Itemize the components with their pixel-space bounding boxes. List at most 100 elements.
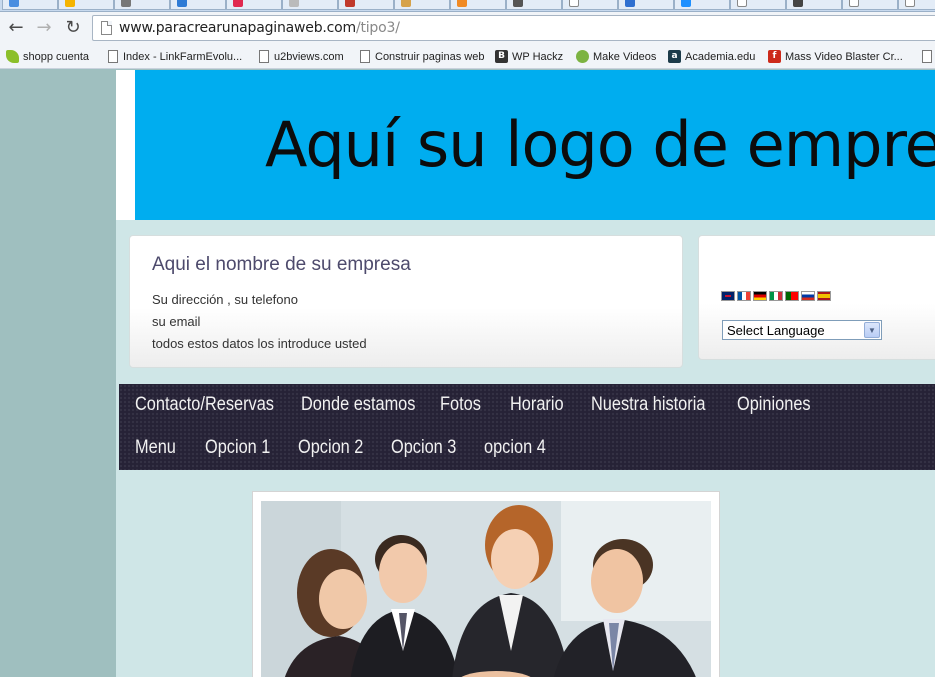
bookmark-u2bviews[interactable]: u2bviews.com (257, 49, 344, 65)
reload-icon[interactable]: ↻ (63, 18, 83, 38)
favicon-icon (233, 0, 243, 7)
browser-tab[interactable] (114, 0, 170, 10)
globe-icon (576, 50, 589, 63)
company-email: su email (152, 314, 201, 329)
nav-item-nuestra-historia[interactable]: Nuestra historia (591, 394, 705, 416)
browser-tab[interactable] (394, 0, 450, 10)
favicon-icon (289, 0, 299, 7)
bookmark-label: Academia.edu (685, 51, 756, 63)
uk-flag-icon[interactable] (721, 291, 735, 301)
page-icon (360, 50, 370, 63)
bookmark-label: shopp cuenta (23, 51, 90, 63)
browser-tab[interactable] (58, 0, 114, 10)
logo-text: Aquí su logo de empresa (265, 108, 935, 181)
company-note: todos estos datos los introduce usted (152, 336, 367, 351)
page-icon (101, 21, 112, 35)
bookmark-wp-hackz[interactable]: B WP Hackz (495, 49, 563, 65)
nav-item-opcion-1[interactable]: Opcion 1 (205, 437, 270, 459)
nav-item-contacto-reservas[interactable]: Contacto/Reservas (135, 394, 274, 416)
page-content: Aquí su logo de empresa Aqui el nombre d… (116, 70, 935, 677)
favicon-icon (177, 0, 187, 7)
bookmark-shopp-cuenta[interactable]: shopp cuenta (6, 49, 89, 65)
favicon-icon (345, 0, 355, 7)
favicon-icon (793, 0, 803, 7)
url-text: www.paracrearunapaginaweb.com/tipo3/ (119, 20, 400, 36)
russia-flag-icon[interactable] (801, 291, 815, 301)
bookmark-label: Mass Video Blaster Cr... (785, 51, 903, 63)
company-info-card: Aqui el nombre de su empresa Su direcció… (129, 235, 683, 368)
bookmark-make-videos[interactable]: Make Videos (576, 49, 656, 65)
nav-item-opcion-3[interactable]: Opcion 3 (391, 437, 456, 459)
browser-tab[interactable] (506, 0, 562, 10)
leaf-icon (6, 50, 19, 63)
language-select-value: Select Language (727, 323, 825, 338)
browser-tab[interactable] (562, 0, 618, 10)
france-flag-icon[interactable] (737, 291, 751, 301)
browser-tab[interactable] (338, 0, 394, 10)
language-select[interactable]: Select Language ▼ (722, 320, 882, 340)
browser-tab[interactable] (282, 0, 338, 10)
nav-item-opcion-2[interactable]: Opcion 2 (298, 437, 363, 459)
bookmark-label: u2bviews.com (274, 51, 344, 63)
chevron-down-icon: ▼ (864, 322, 880, 338)
browser-toolbar: ← → ↻ www.paracrearunapaginaweb.com/tipo… (0, 12, 935, 45)
bookmark-mass-video-blaster[interactable]: f Mass Video Blaster Cr... (768, 49, 903, 65)
bookmark-academia[interactable]: a Academia.edu (668, 49, 755, 65)
company-address: Su dirección , su telefono (152, 292, 298, 307)
browser-tab[interactable] (730, 0, 786, 10)
bookmark-construir-paginas[interactable]: Construir paginas web (358, 49, 484, 65)
favicon-icon (121, 0, 131, 7)
favicon-icon (513, 0, 523, 7)
team-photo (261, 501, 711, 677)
bookmark-label: Make Videos (593, 51, 657, 63)
bookmarks-bar: shopp cuenta Index - LinkFarmEvolu... u2… (0, 45, 935, 69)
favicon-icon (625, 0, 635, 7)
browser-tab[interactable] (226, 0, 282, 10)
italy-flag-icon[interactable] (769, 291, 783, 301)
browser-tab[interactable] (618, 0, 674, 10)
browser-tab[interactable] (2, 0, 58, 10)
back-arrow-icon[interactable]: ← (6, 18, 26, 38)
header-banner: Aquí su logo de empresa (116, 70, 935, 220)
favicon-icon (65, 0, 75, 7)
browser-tab[interactable] (842, 0, 898, 10)
nav-item-opcion-4[interactable]: opcion 4 (484, 437, 546, 459)
favicon-icon (401, 0, 411, 7)
nav-item-opiniones[interactable]: Opiniones (737, 394, 811, 416)
forward-arrow-icon[interactable]: → (34, 18, 54, 38)
tab-strip (0, 0, 935, 12)
browser-tab[interactable] (898, 0, 935, 10)
google-icon (9, 0, 19, 7)
browser-tab[interactable] (786, 0, 842, 10)
page-icon (905, 0, 915, 7)
portugal-flag-icon[interactable] (785, 291, 799, 301)
bookmark-label: Index - LinkFarmEvolu... (123, 51, 243, 63)
nav-item-donde-estamos[interactable]: Donde estamos (301, 394, 415, 416)
page-icon (569, 0, 579, 7)
team-photo-frame (252, 491, 720, 677)
company-name: Aqui el nombre de su empresa (152, 254, 411, 275)
germany-flag-icon[interactable] (753, 291, 767, 301)
browser-tab[interactable] (170, 0, 226, 10)
page-icon (849, 0, 859, 7)
language-card: Select Language ▼ (698, 235, 935, 360)
favicon-icon (681, 0, 691, 7)
bookmark-label: WP Hackz (512, 51, 564, 63)
nav-item-horario[interactable]: Horario (510, 394, 564, 416)
browser-tab[interactable] (450, 0, 506, 10)
page-icon (259, 50, 269, 63)
address-bar[interactable]: www.paracrearunapaginaweb.com/tipo3/ (92, 15, 935, 41)
bookmark-overflow[interactable] (920, 49, 935, 65)
page-icon (108, 50, 118, 63)
business-team-image (261, 501, 711, 677)
bookmark-label: Construir paginas web (375, 51, 485, 63)
favicon-icon (457, 0, 467, 7)
logo-box[interactable]: Aquí su logo de empresa (135, 70, 935, 220)
bookmark-index-linkfarm[interactable]: Index - LinkFarmEvolu... (106, 49, 242, 65)
browser-tab[interactable] (674, 0, 730, 10)
nav-item-fotos[interactable]: Fotos (440, 394, 481, 416)
spain-flag-icon[interactable] (817, 291, 831, 301)
nav-item-menu[interactable]: Menu (135, 437, 176, 459)
main-navigation: Contacto/Reservas Donde estamos Fotos Ho… (119, 384, 935, 470)
page-icon (737, 0, 747, 7)
